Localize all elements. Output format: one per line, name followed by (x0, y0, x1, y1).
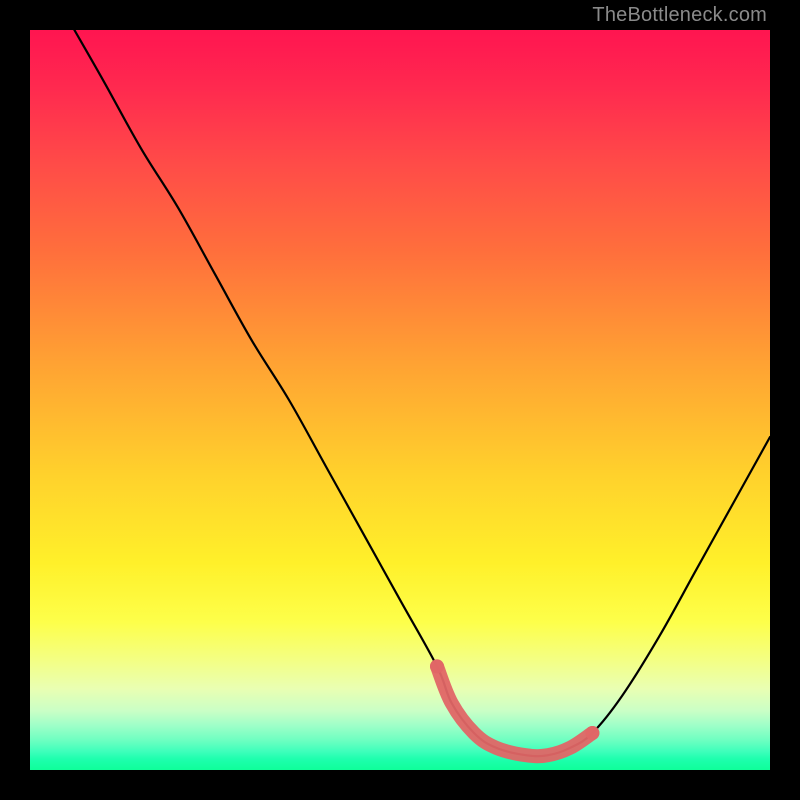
plot-area (30, 30, 770, 770)
chart-stage: TheBottleneck.com (0, 0, 800, 800)
watermark-label: TheBottleneck.com (592, 4, 767, 27)
heat-gradient-background (30, 30, 770, 770)
